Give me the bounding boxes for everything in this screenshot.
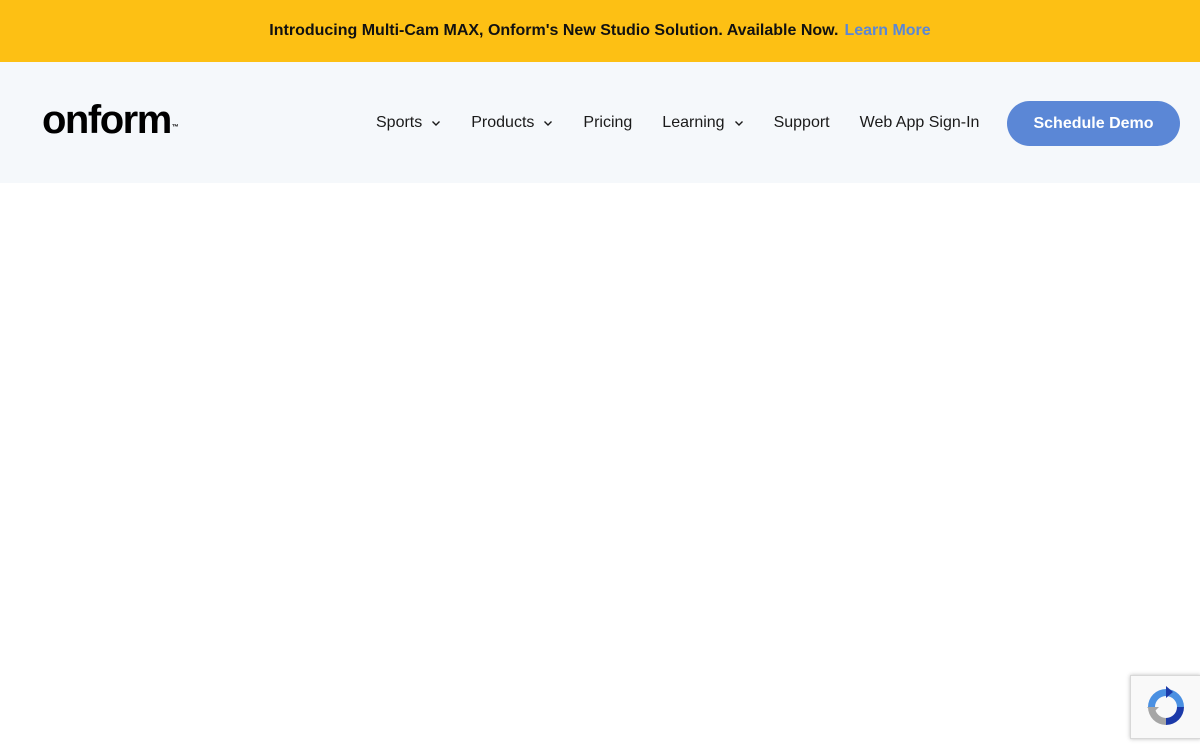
chevron-down-icon <box>544 120 553 126</box>
announcement-bar: Introducing Multi-Cam MAX, Onform's New … <box>0 0 1200 62</box>
nav-item-sports-label: Sports <box>376 113 423 131</box>
main-nav: Sports Products Pricing Learning Support… <box>376 62 979 183</box>
nav-item-sports[interactable]: Sports <box>376 114 441 132</box>
nav-item-pricing[interactable]: Pricing <box>583 114 632 132</box>
nav-item-products[interactable]: Products <box>471 114 553 132</box>
nav-item-learning-label: Learning <box>662 113 725 131</box>
nav-item-pricing-label: Pricing <box>583 113 633 131</box>
site-header: onform™ Sports Products Pricing Learning… <box>0 62 1200 183</box>
onform-logo[interactable]: onform™ <box>42 96 179 144</box>
trademark-mark: ™ <box>171 124 179 131</box>
recaptcha-badge[interactable] <box>1130 675 1200 739</box>
nav-item-support-label: Support <box>773 113 830 131</box>
schedule-demo-button[interactable]: Schedule Demo <box>1007 101 1180 146</box>
chevron-down-icon <box>432 120 441 126</box>
logo-text: onform <box>42 98 172 142</box>
recaptcha-icon <box>1147 686 1184 725</box>
announcement-text: Introducing Multi-Cam MAX, Onform's New … <box>269 22 839 39</box>
chevron-down-icon <box>734 120 743 126</box>
nav-item-support[interactable]: Support <box>774 114 830 132</box>
nav-item-web-app-sign-in[interactable]: Web App Sign-In <box>860 114 980 132</box>
nav-item-learning[interactable]: Learning <box>662 114 743 132</box>
nav-item-products-label: Products <box>471 113 535 131</box>
nav-item-sign-in-label: Web App Sign-In <box>859 113 980 131</box>
learn-more-link[interactable]: Learn More <box>844 22 930 40</box>
